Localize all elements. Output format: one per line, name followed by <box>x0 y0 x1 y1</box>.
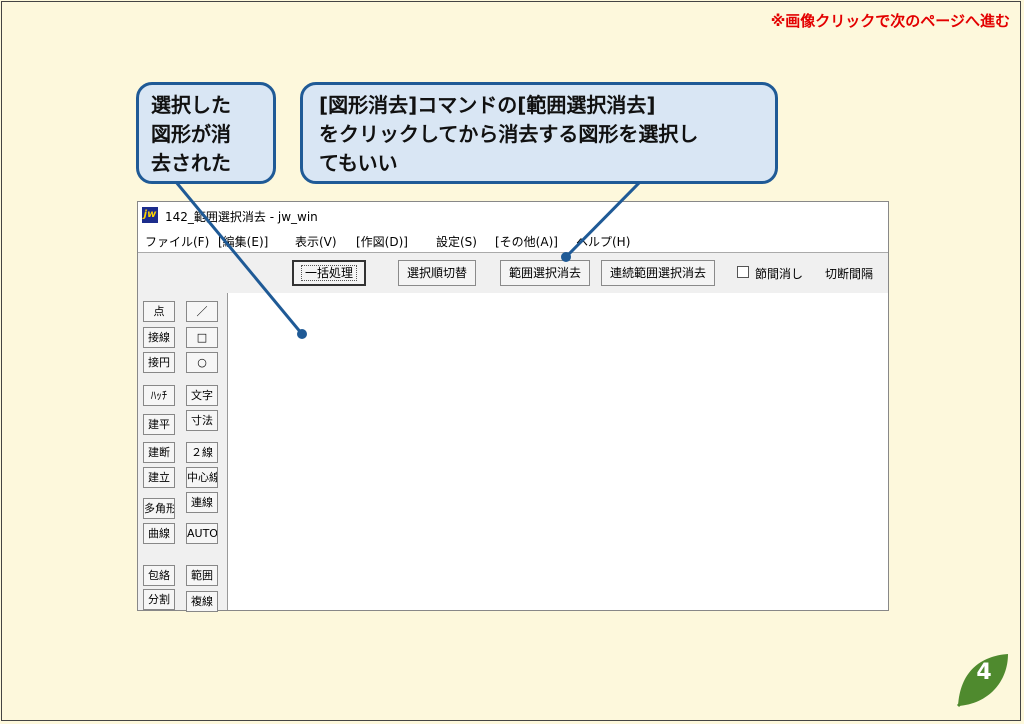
tool-line[interactable]: ／ <box>186 301 218 322</box>
tool-rectangle[interactable]: □ <box>186 327 218 348</box>
segment-erase-label: 節間消し <box>755 267 804 281</box>
tool-curve[interactable]: 曲線 <box>143 523 175 544</box>
menu-settings[interactable]: 設定(S) <box>436 233 477 250</box>
page-number: 4 <box>976 660 992 685</box>
tool-divide[interactable]: 分割 <box>143 589 175 610</box>
drawing-canvas[interactable] <box>228 293 888 610</box>
tool-palette: 点 接線 接円 ﾊｯﾁ 建平 建断 建立 多角形 曲線 包絡 分割 ／ □ ○ … <box>138 293 228 612</box>
jw-win-window: jw 142_範囲選択消去 - jw_win ファイル(F) [編集(E)] 表… <box>137 201 889 612</box>
command-toolbar: 一括処理 選択順切替 範囲選択消去 連続範囲選択消去 節間消し 切断間隔 <box>138 252 888 294</box>
jw-app-icon: jw <box>142 207 158 223</box>
tool-dimension[interactable]: 寸法 <box>186 410 218 431</box>
menu-other[interactable]: [その他(A)] <box>495 233 558 250</box>
tool-plan[interactable]: 建平 <box>143 414 175 435</box>
callout-line: 図形が消 <box>151 122 231 146</box>
tool-section[interactable]: 建断 <box>143 442 175 463</box>
callout-line: をクリックしてから消去する図形を選択し <box>319 122 699 146</box>
callout-erased: 選択した 図形が消 去された <box>136 82 276 184</box>
tool-point[interactable]: 点 <box>143 301 175 322</box>
tool-circle[interactable]: ○ <box>186 352 218 373</box>
menu-help[interactable]: ヘルプ(H) <box>576 233 630 250</box>
tool-copy-line[interactable]: 複線 <box>186 591 218 612</box>
batch-process-button[interactable]: 一括処理 <box>292 260 367 286</box>
continuous-range-erase-button[interactable]: 連続範囲選択消去 <box>601 260 716 286</box>
menubar: ファイル(F) [編集(E)] 表示(V) [作図(D)] 設定(S) [その他… <box>138 230 888 250</box>
tool-tangent-circle[interactable]: 接円 <box>143 352 175 373</box>
tool-hatch[interactable]: ﾊｯﾁ <box>143 385 175 406</box>
tool-continuous-line[interactable]: 連線 <box>186 492 218 513</box>
callout-line: 去された <box>151 151 231 175</box>
tool-polygon[interactable]: 多角形 <box>143 498 175 519</box>
tool-double-line[interactable]: ２線 <box>186 442 218 463</box>
segment-erase-checkbox[interactable] <box>737 266 749 278</box>
tool-range[interactable]: 範囲 <box>186 565 218 586</box>
tool-envelope[interactable]: 包絡 <box>143 565 175 586</box>
menu-view[interactable]: 表示(V) <box>295 233 337 250</box>
menu-file[interactable]: ファイル(F) <box>145 233 209 250</box>
menu-edit[interactable]: [編集(E)] <box>218 233 268 250</box>
cut-interval-label[interactable]: 切断間隔 <box>825 265 873 282</box>
menu-draw[interactable]: [作図(D)] <box>356 233 408 250</box>
callout-line: てもいい <box>319 151 398 175</box>
tool-text[interactable]: 文字 <box>186 385 218 406</box>
window-title: 142_範囲選択消去 - jw_win <box>165 210 318 224</box>
callout-line: [図形消去]コマンドの[範囲選択消去] <box>319 93 656 117</box>
tool-tangent[interactable]: 接線 <box>143 327 175 348</box>
callout-line: 選択した <box>151 93 231 117</box>
window-titlebar: jw 142_範囲選択消去 - jw_win <box>138 202 888 228</box>
tool-auto[interactable]: AUTO <box>186 523 218 544</box>
next-page-note[interactable]: ※画像クリックで次のページへ進む <box>771 10 1010 31</box>
range-select-erase-button[interactable]: 範囲選択消去 <box>500 260 591 286</box>
selection-order-button[interactable]: 選択順切替 <box>398 260 477 286</box>
tool-center-line[interactable]: 中心線 <box>186 467 218 488</box>
button-label: 一括処理 <box>300 265 358 281</box>
tool-elevation[interactable]: 建立 <box>143 467 175 488</box>
callout-tip: [図形消去]コマンドの[範囲選択消去] をクリックしてから消去する図形を選択し … <box>300 82 778 184</box>
